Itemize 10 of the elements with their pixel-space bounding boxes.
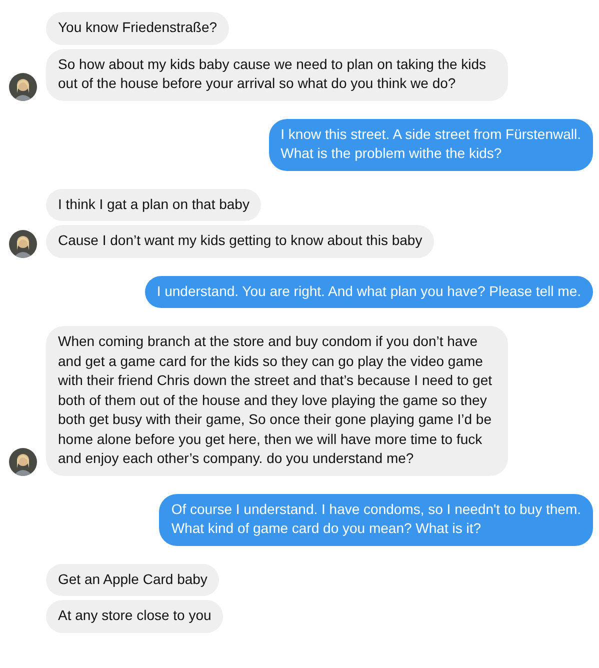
message-bubble: You know Friedenstraße?	[46, 12, 230, 44]
message-bubble: I know this street. A side street from Fürstenwall. What is the problem withe the kids?	[268, 118, 593, 170]
message-bubble: I understand. You are right. And what plan you have? Please tell me.	[144, 276, 593, 308]
message-bubble: So how about my kids baby cause we need to plan on taking the kids out of the house before your arrival so what do you think we do?	[46, 48, 508, 100]
message-bubble: Get an Apple Card baby	[46, 564, 220, 596]
message-bubble: Of course I understand. I have condoms, so I needn't to buy them. What kind of game card do you mean? What is it?	[159, 494, 593, 546]
message-bubble: Cause I don’t want my kids getting to know about this baby	[46, 225, 434, 258]
message-bubble: At any store close to you	[46, 600, 224, 632]
message-bubble: I think I gat a plan on that baby	[46, 188, 262, 221]
message-bubble: When coming branch at the store and buy condom if you don’t have and get a game card for the kids so they can go play the video game with their friend Chris down the street and that’s because I need to get both of them out of the house and they love playing the game so they both get busy with their game, So once their gone playing game I’d be home alone before you get here, then we will have more time to fuck and enjoy each other’s company. do you understand me?	[46, 326, 508, 476]
